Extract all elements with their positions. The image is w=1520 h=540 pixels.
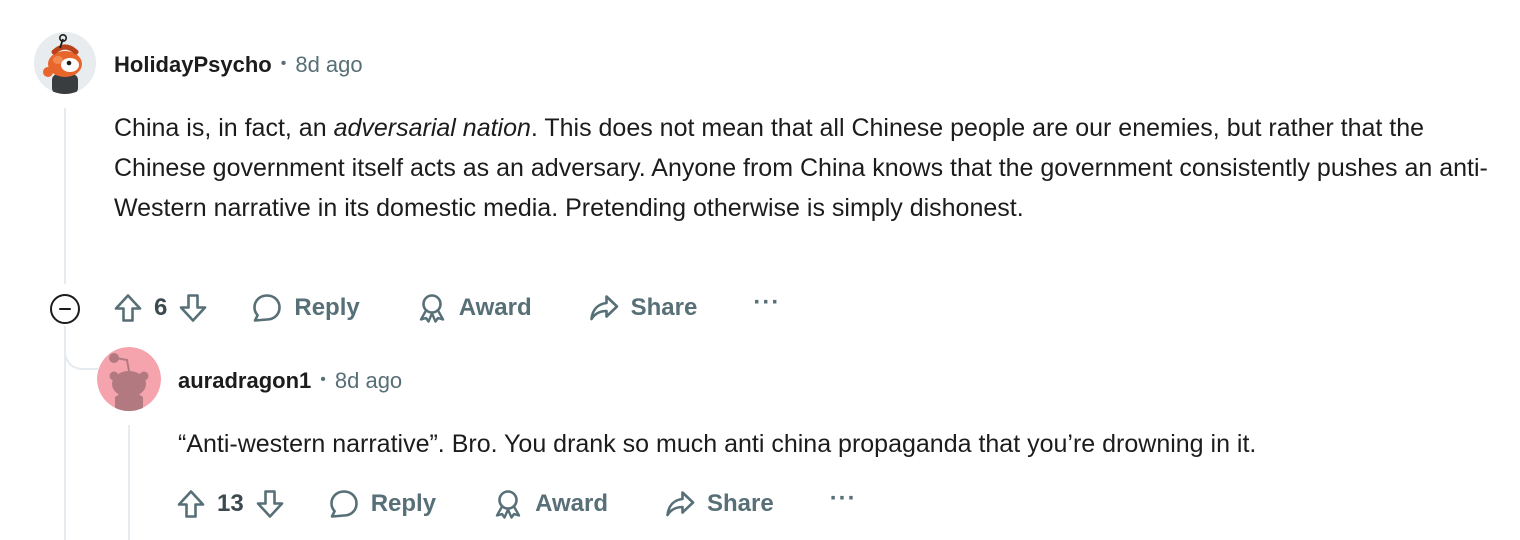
snoo-avatar-icon [34,32,96,94]
share-button[interactable]: Share [664,488,774,520]
share-label: Share [630,294,698,321]
snoo-avatar-icon [97,347,161,411]
thread-line-top[interactable] [64,108,66,284]
share-label: Share [706,490,774,517]
award-button[interactable]: Award [416,292,532,324]
author-name[interactable]: auradragon1 [178,367,311,395]
downvote-button[interactable] [254,488,286,520]
thread-elbow [64,326,98,370]
timestamp[interactable]: 8d ago [295,51,362,79]
share-icon [589,295,618,321]
comment-bubble-icon [253,294,282,322]
vote-count: 6 [154,294,168,321]
avatar[interactable] [97,347,161,411]
award-icon [419,294,444,323]
more-options-button[interactable]: ··· [830,485,857,513]
comment-actions: 13 Reply Award Share ··· [175,484,857,524]
upvote-icon [177,490,205,518]
collapse-thread-button[interactable] [50,294,80,324]
comment-thread: HolidayPsycho • 8d ago China is, in fact… [0,0,1520,540]
upvote-icon [114,294,142,322]
comment-actions: 6 Reply Award Share ··· [112,288,780,328]
author-name[interactable]: HolidayPsycho [114,51,272,79]
meta-separator: • [280,55,287,72]
reply-label: Reply [370,490,437,517]
vote-count: 13 [217,490,244,517]
downvote-button[interactable] [177,292,209,324]
minus-icon [59,307,71,311]
downvote-icon [256,490,284,518]
share-button[interactable]: Share [588,292,698,324]
timestamp[interactable]: 8d ago [335,367,402,395]
reply-button[interactable]: Reply [251,292,360,324]
reply-label: Reply [294,294,360,321]
upvote-button[interactable] [112,292,144,324]
comment-bubble-icon [329,490,358,518]
upvote-button[interactable] [175,488,207,520]
comment-body-start: China is, in fact, an [114,114,334,142]
award-label: Award [535,490,608,517]
reply-button[interactable]: Reply [328,488,436,520]
avatar[interactable] [34,32,96,94]
comment-meta: HolidayPsycho • 8d ago [114,51,363,79]
award-button[interactable]: Award [492,488,608,520]
downvote-icon [180,294,207,322]
meta-separator: • [320,371,326,388]
comment-meta: auradragon1 • 8d ago [178,367,402,395]
award-icon [495,490,521,519]
award-label: Award [458,294,532,321]
share-icon [666,491,695,517]
comment-body: China is, in fact, an adversarial nation… [114,108,1499,228]
comment-body: “Anti-western narrative”. Bro. You drank… [178,430,1257,458]
comment-body-emphasis: adversarial nation [333,114,531,142]
more-options-button[interactable]: ··· [753,289,780,317]
thread-line-reply[interactable] [128,425,130,540]
